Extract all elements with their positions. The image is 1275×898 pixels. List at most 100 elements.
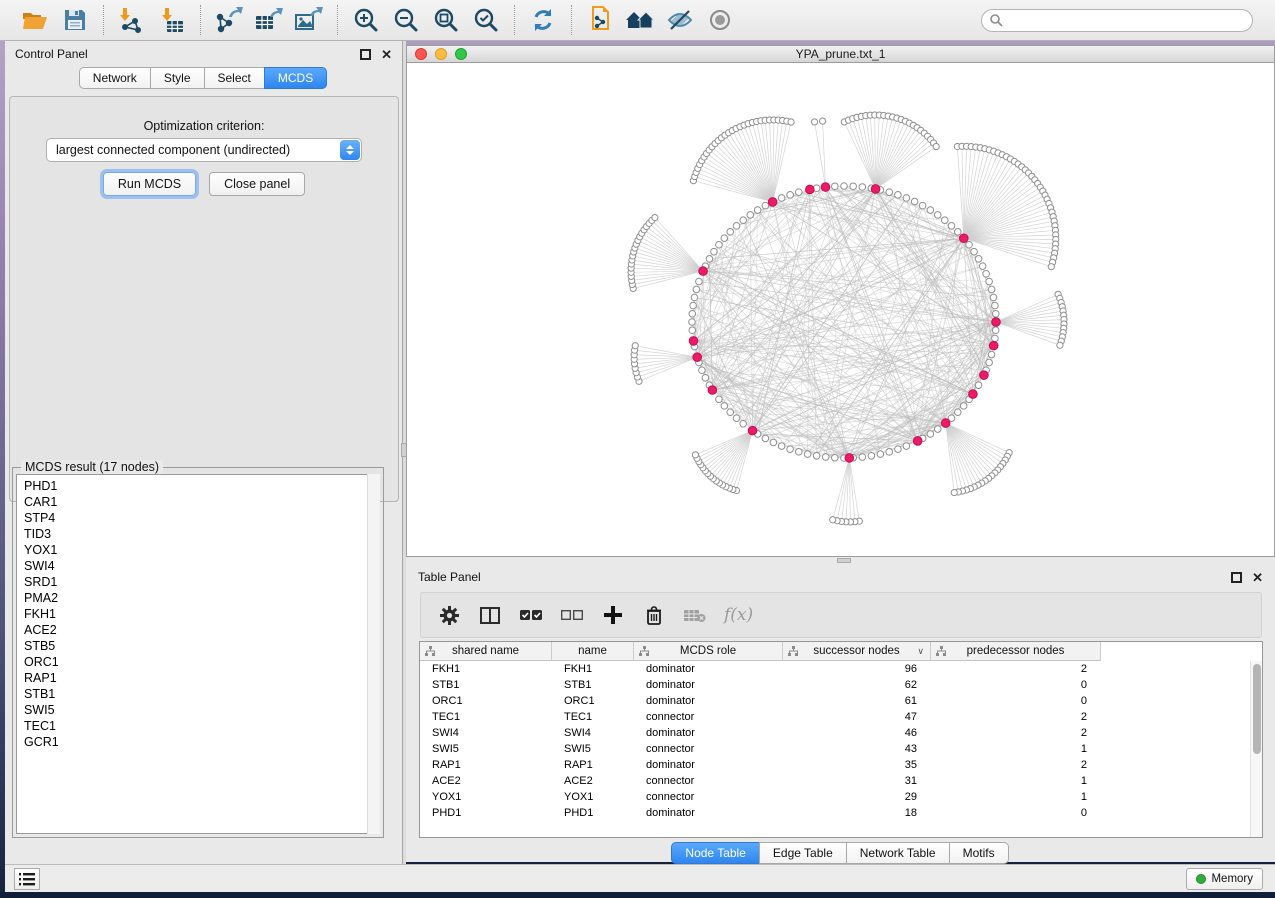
table-cell: YOX1: [552, 789, 634, 805]
table-panel-tabs: Node TableEdge TableNetwork TableMotifs: [406, 842, 1275, 864]
column-header-name[interactable]: name: [552, 642, 634, 661]
mcds-result-item[interactable]: PHD1: [17, 478, 379, 494]
mcds-result-item[interactable]: ACE2: [17, 622, 379, 638]
zoom-in-icon[interactable]: [351, 5, 381, 35]
open-file-icon[interactable]: [20, 5, 50, 35]
zoom-out-icon[interactable]: [391, 5, 421, 35]
function-builder-icon-disabled: f(x): [724, 605, 753, 625]
mcds-result-list[interactable]: PHD1CAR1STP4TID3YOX1SWI4SRD1PMA2FKH1ACE2…: [16, 474, 380, 834]
table-row[interactable]: FKH1FKH1dominator962: [420, 661, 1250, 677]
list-icon: [19, 873, 35, 886]
mcds-result-item[interactable]: RAP1: [17, 670, 379, 686]
table-row[interactable]: SWI5SWI5connector431: [420, 741, 1250, 757]
mcds-result-item[interactable]: FKH1: [17, 606, 379, 622]
share-document-icon[interactable]: [585, 5, 615, 35]
network-canvas[interactable]: [406, 63, 1275, 557]
column-header-shared-name[interactable]: shared name: [420, 642, 552, 661]
show-selected-eye-icon[interactable]: [705, 5, 735, 35]
select-all-icon[interactable]: [519, 603, 543, 627]
table-row[interactable]: TEC1TEC1connector472: [420, 709, 1250, 725]
table-row[interactable]: RAP1RAP1dominator352: [420, 757, 1250, 773]
table-cell: 2: [931, 709, 1101, 725]
tab-style[interactable]: Style: [150, 67, 205, 89]
mcds-result-item[interactable]: ORC1: [17, 654, 379, 670]
node-table-body: FKH1FKH1dominator962STB1STB1dominator620…: [420, 661, 1250, 837]
save-session-icon[interactable]: [60, 5, 90, 35]
horizontal-splitter[interactable]: [406, 557, 1275, 564]
mcds-result-item[interactable]: STP4: [17, 510, 379, 526]
table-row[interactable]: ORC1ORC1dominator610: [420, 693, 1250, 709]
float-panel-icon[interactable]: [1231, 572, 1242, 583]
splitter-grabber[interactable]: [837, 558, 851, 563]
table-cell: ACE2: [420, 773, 552, 789]
criterion-dropdown[interactable]: largest connected component (undirected): [46, 138, 362, 162]
home-icon[interactable]: [625, 5, 655, 35]
table-row[interactable]: PHD1PHD1dominator180: [420, 805, 1250, 821]
table-cell: dominator: [634, 693, 783, 709]
zoom-selected-icon[interactable]: [471, 5, 501, 35]
table-scrollbar[interactable]: [1250, 661, 1262, 837]
task-history-button[interactable]: [14, 868, 40, 890]
mcds-result-item[interactable]: SWI5: [17, 702, 379, 718]
table-settings-gear-icon[interactable]: [437, 603, 461, 627]
tab-network[interactable]: Network: [79, 67, 151, 89]
export-table-icon[interactable]: [254, 5, 284, 35]
toolbar-separator: [337, 5, 338, 35]
node-table: shared namenameMCDS rolesuccessor nodes∨…: [419, 641, 1263, 838]
tab-network-table[interactable]: Network Table: [846, 842, 950, 864]
mcds-result-item[interactable]: YOX1: [17, 542, 379, 558]
table-cell: STB1: [420, 677, 552, 693]
mcds-result-item[interactable]: SRD1: [17, 574, 379, 590]
import-network-icon[interactable]: [117, 5, 147, 35]
network-window-titlebar[interactable]: YPA_prune.txt_1: [406, 45, 1275, 63]
mcds-result-item[interactable]: GCR1: [17, 734, 379, 750]
export-image-icon[interactable]: [294, 5, 324, 35]
run-mcds-button[interactable]: Run MCDS: [103, 172, 196, 196]
refresh-icon[interactable]: [528, 5, 558, 35]
delete-column-icon[interactable]: [642, 603, 666, 627]
search-input[interactable]: [1003, 13, 1252, 27]
tab-node-table[interactable]: Node Table: [671, 842, 760, 864]
mcds-result-item[interactable]: SWI4: [17, 558, 379, 574]
table-cell: ACE2: [552, 773, 634, 789]
mcds-result-item[interactable]: PMA2: [17, 590, 379, 606]
add-column-icon[interactable]: [601, 603, 625, 627]
float-panel-icon[interactable]: [360, 49, 371, 60]
deselect-all-icon[interactable]: [560, 603, 584, 627]
table-cell: 2: [931, 757, 1101, 773]
tab-edge-table[interactable]: Edge Table: [759, 842, 847, 864]
table-row[interactable]: STB1STB1dominator620: [420, 677, 1250, 693]
mcds-result-item[interactable]: TEC1: [17, 718, 379, 734]
close-panel-icon[interactable]: ✕: [1252, 571, 1263, 584]
tab-mcds[interactable]: MCDS: [264, 67, 327, 89]
criterion-dropdown-value: largest connected component (undirected): [56, 143, 290, 157]
mcds-result-item[interactable]: CAR1: [17, 494, 379, 510]
column-header-predecessor-nodes[interactable]: predecessor nodes: [931, 642, 1101, 661]
mcds-result-item[interactable]: TID3: [17, 526, 379, 542]
table-row[interactable]: SWI4SWI4dominator462: [420, 725, 1250, 741]
hide-selected-eye-icon[interactable]: [665, 5, 695, 35]
table-cell: SWI4: [420, 725, 552, 741]
zoom-fit-icon[interactable]: [431, 5, 461, 35]
memory-button[interactable]: Memory: [1186, 868, 1263, 890]
tab-motifs[interactable]: Motifs: [949, 842, 1009, 864]
network-graph[interactable]: [407, 63, 1274, 555]
close-panel-icon[interactable]: ✕: [381, 48, 392, 61]
mcds-list-scrollbar[interactable]: [367, 474, 380, 834]
table-cell: 2: [931, 725, 1101, 741]
mcds-result-item[interactable]: STB1: [17, 686, 379, 702]
import-table-icon[interactable]: [157, 5, 187, 35]
search-field[interactable]: [981, 9, 1253, 32]
show-column-panel-icon[interactable]: [478, 603, 502, 627]
export-network-icon[interactable]: [214, 5, 244, 35]
table-row[interactable]: YOX1YOX1connector291: [420, 789, 1250, 805]
table-cell: RAP1: [552, 757, 634, 773]
toolbar-separator: [571, 5, 572, 35]
table-row[interactable]: ACE2ACE2connector311: [420, 773, 1250, 789]
tab-select[interactable]: Select: [204, 67, 265, 89]
close-panel-button[interactable]: Close panel: [209, 172, 305, 196]
column-header-MCDS-role[interactable]: MCDS role: [634, 642, 783, 661]
column-header-successor-nodes[interactable]: successor nodes∨: [783, 642, 931, 661]
mcds-result-item[interactable]: STB5: [17, 638, 379, 654]
scrollbar-thumb[interactable]: [1253, 664, 1261, 754]
